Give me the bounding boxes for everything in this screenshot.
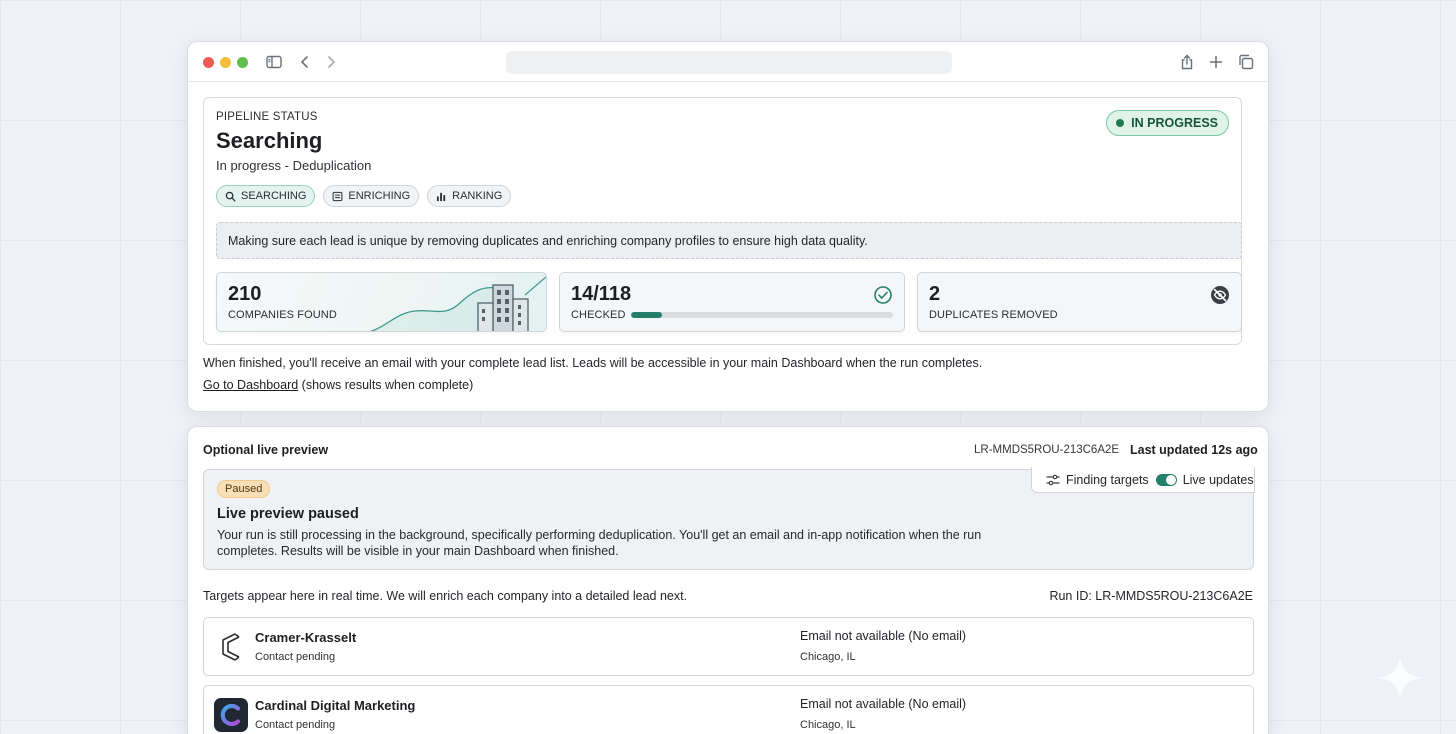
new-tab-plus-icon[interactable] [1207,53,1225,71]
back-arrow-icon[interactable] [296,53,314,71]
building-icon [477,284,529,331]
stat-card-companies: 210 COMPANIES FOUND [216,272,547,332]
stage-chip-searching[interactable]: SEARCHING [216,185,316,207]
paused-badge: Paused [217,480,271,498]
stage-chip-label: SEARCHING [241,190,307,202]
list-icon [332,191,343,202]
stage-chip-ranking[interactable]: RANKING [427,185,512,207]
stat-checked-value: 14/118 [571,283,632,305]
check-circle-icon [873,285,893,305]
status-badge: IN PROGRESS [1106,110,1229,136]
sparkle-icon [1378,656,1422,700]
cardinal-digital-logo [213,697,249,733]
target-email: Email not available (No email) [800,697,967,711]
pipeline-eyebrow: PIPELINE STATUS [216,111,318,123]
target-name: Cardinal Digital Marketing [255,698,416,713]
search-icon [225,191,236,202]
sidebar-icon[interactable] [265,53,283,71]
stage-chips: SEARCHING ENRICHING RANKING [216,185,512,207]
target-row[interactable]: Cramer-Krasselt Contact pending Email no… [203,617,1254,676]
status-dot-icon [1116,119,1125,127]
target-contact: Contact pending [255,651,336,663]
run-id-full: Run ID: LR-MMDS5ROU-213C6A2E [1049,589,1253,603]
minimize-window-button[interactable] [220,57,231,68]
dashboard-note-text: (shows results when complete) [298,378,474,392]
browser-window: PIPELINE STATUS Searching In progress - … [187,41,1269,412]
bar-chart-icon [436,191,447,202]
targets-note: Targets appear here in real time. We wil… [203,589,688,603]
run-id-short: LR-MMDS5ROU-213C6A2E [974,444,1120,456]
forward-arrow-icon[interactable] [322,53,340,71]
paused-body: Your run is still processing in the back… [217,528,982,558]
browser-titlebar [188,42,1268,82]
address-bar[interactable] [506,51,952,74]
cramer-krasselt-logo [213,629,249,665]
go-to-dashboard-link[interactable]: Go to Dashboard [203,378,298,392]
preview-heading: Optional live preview [203,443,329,457]
stat-companies-label: COMPANIES FOUND [228,309,337,321]
live-updates-label: Live updates [1182,472,1254,487]
stage-chip-label: ENRICHING [348,190,411,202]
pipeline-title: Searching [216,128,323,153]
paused-title: Live preview paused [217,506,359,522]
tabs-overview-icon[interactable] [1237,53,1255,71]
checked-progress-fill [631,312,663,318]
pipeline-status-card: PIPELINE STATUS Searching In progress - … [203,97,1242,345]
dashboard-note: Go to Dashboard (shows results when comp… [203,378,473,392]
target-contact: Contact pending [255,719,336,731]
finding-targets-label[interactable]: Finding targets [1066,473,1149,487]
preview-controls: Finding targets Live updates [1031,467,1255,493]
target-location: Chicago, IL [800,719,856,731]
close-window-button[interactable] [203,57,214,68]
target-email: Email not available (No email) [800,629,967,643]
sliders-icon[interactable] [1046,473,1066,487]
info-banner: Making sure each lead is unique by remov… [216,222,1242,259]
completion-note: When finished, you'll receive an email w… [203,356,983,370]
live-preview-panel: Optional live preview LR-MMDS5ROU-213C6A… [187,426,1269,734]
stage-chip-label: RANKING [452,190,503,202]
live-updates-toggle[interactable] [1155,473,1177,486]
status-badge-label: IN PROGRESS [1131,116,1218,130]
stat-duplicates-label: DUPLICATES REMOVED [929,309,1058,321]
pipeline-subtitle: In progress - Deduplication [216,158,372,173]
hidden-eye-slash-icon [1210,285,1230,305]
share-icon[interactable] [1178,53,1196,71]
stat-companies-value: 210 [228,283,262,305]
target-row[interactable]: Cardinal Digital Marketing Contact pendi… [203,685,1254,734]
stat-card-duplicates: 2 DUPLICATES REMOVED [917,272,1242,332]
stat-duplicates-value: 2 [929,283,941,305]
target-location: Chicago, IL [800,651,856,663]
checked-progress-bar [631,312,893,318]
stat-checked-label: CHECKED [571,309,626,321]
last-updated: Last updated 12s ago [1130,443,1258,457]
target-name: Cramer-Krasselt [255,630,357,645]
stage-chip-enriching[interactable]: ENRICHING [323,185,420,207]
maximize-window-button[interactable] [237,57,248,68]
stat-card-checked: 14/118 CHECKED [559,272,905,332]
